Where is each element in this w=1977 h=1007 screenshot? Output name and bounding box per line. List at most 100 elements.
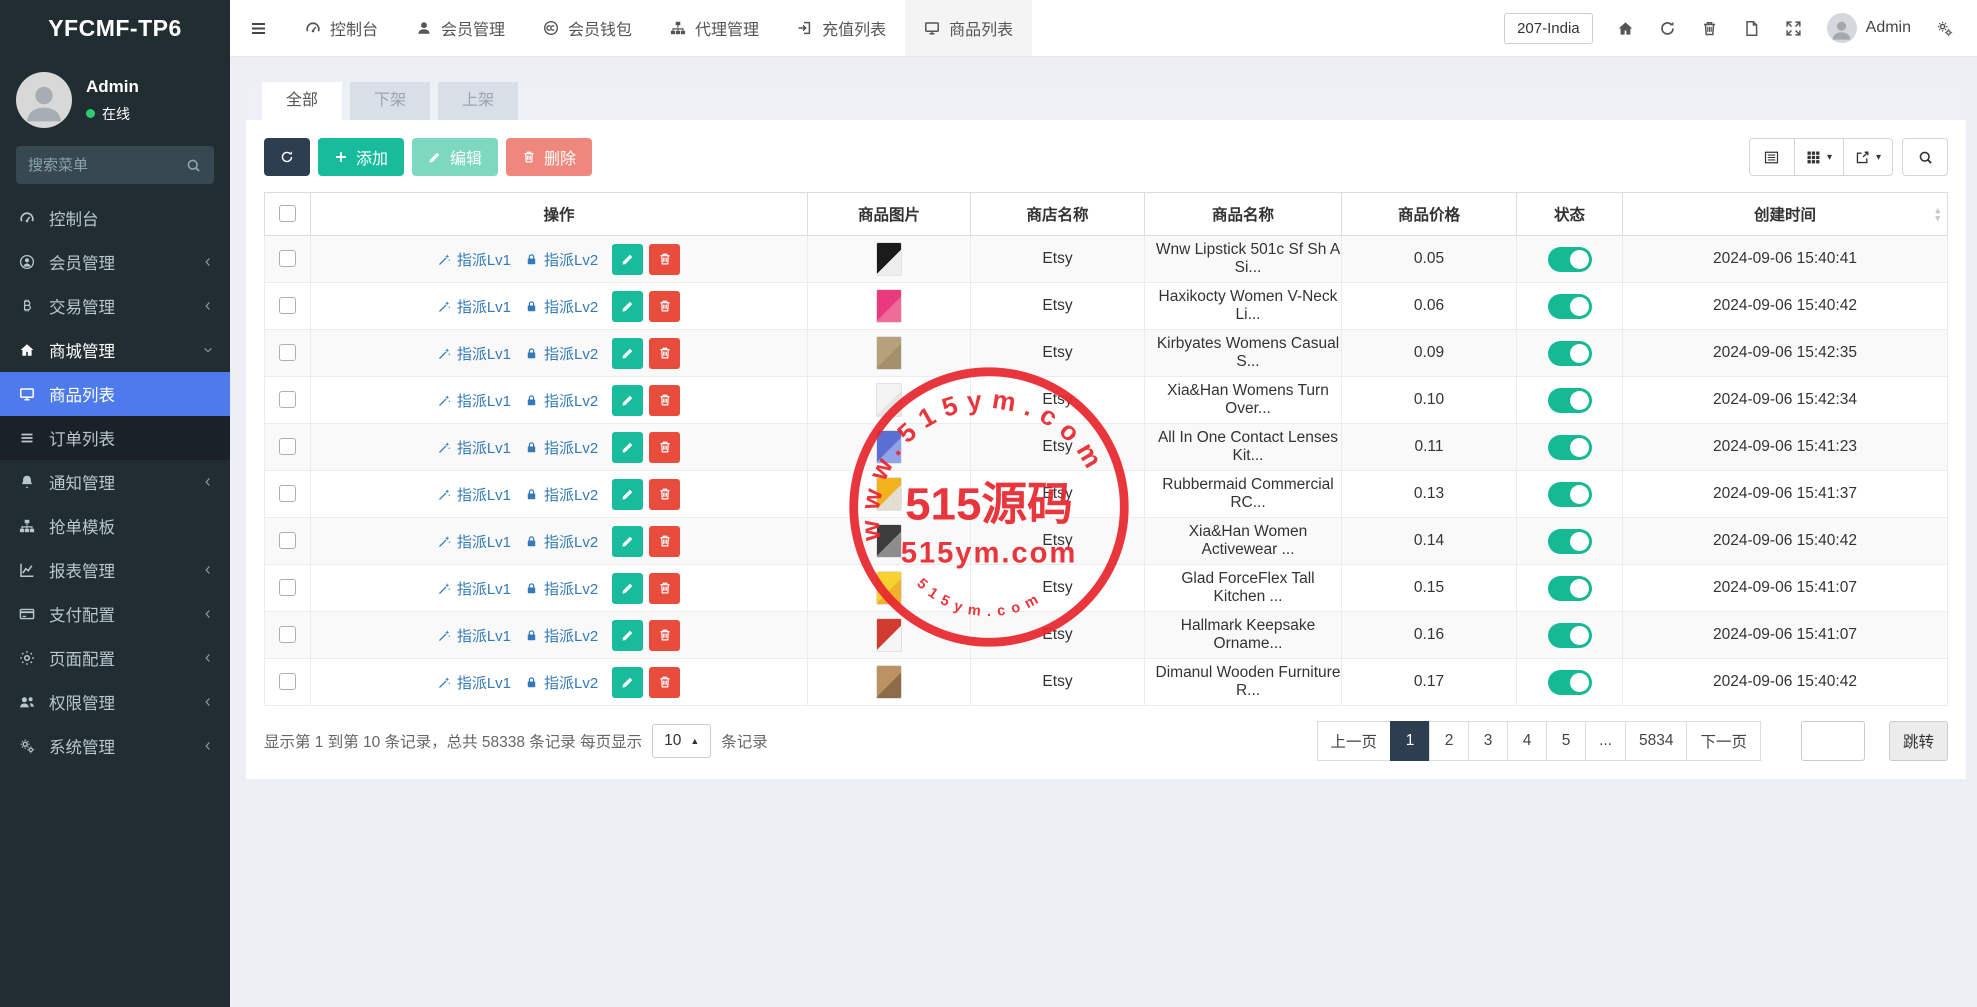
- row-delete-button[interactable]: [649, 244, 680, 275]
- sidebar-toggle-button[interactable]: [230, 0, 286, 56]
- assign-lv2-link[interactable]: 指派Lv2: [525, 249, 598, 270]
- table-search-button[interactable]: [1902, 138, 1948, 176]
- top-nav-tab[interactable]: 充值列表: [778, 0, 905, 56]
- assign-lv2-link[interactable]: 指派Lv2: [525, 672, 598, 693]
- tab-all[interactable]: 全部: [262, 82, 342, 120]
- row-edit-button[interactable]: [612, 432, 643, 463]
- assign-lv2-link[interactable]: 指派Lv2: [525, 484, 598, 505]
- assign-lv2-link[interactable]: 指派Lv2: [525, 437, 598, 458]
- row-checkbox[interactable]: [279, 391, 296, 408]
- assign-lv2-link[interactable]: 指派Lv2: [525, 625, 598, 646]
- region-selector[interactable]: 207-India: [1504, 13, 1593, 44]
- row-delete-button[interactable]: [649, 432, 680, 463]
- row-delete-button[interactable]: [649, 479, 680, 510]
- delete-button[interactable]: 删除: [506, 138, 592, 176]
- sidebar-item[interactable]: 控制台: [0, 196, 230, 240]
- sidebar-item[interactable]: 支付配置: [0, 592, 230, 636]
- edit-button[interactable]: 编辑: [412, 138, 498, 176]
- export-button[interactable]: ▾: [1843, 138, 1893, 176]
- status-toggle[interactable]: [1548, 482, 1592, 507]
- row-checkbox[interactable]: [279, 626, 296, 643]
- assign-lv1-link[interactable]: 指派Lv1: [438, 390, 511, 411]
- row-edit-button[interactable]: [612, 291, 643, 322]
- sidebar-item[interactable]: 抢单模板: [0, 504, 230, 548]
- settings-button[interactable]: [1923, 20, 1965, 37]
- tab-off-shelf[interactable]: 下架: [350, 82, 430, 120]
- assign-lv2-link[interactable]: 指派Lv2: [525, 390, 598, 411]
- assign-lv1-link[interactable]: 指派Lv1: [438, 343, 511, 364]
- status-toggle[interactable]: [1548, 435, 1592, 460]
- assign-lv1-link[interactable]: 指派Lv1: [438, 625, 511, 646]
- row-edit-button[interactable]: [612, 526, 643, 557]
- sidebar-item[interactable]: 会员管理: [0, 240, 230, 284]
- row-checkbox[interactable]: [279, 532, 296, 549]
- sidebar-item[interactable]: 通知管理: [0, 460, 230, 504]
- row-delete-button[interactable]: [649, 291, 680, 322]
- fullscreen-button[interactable]: [1773, 20, 1815, 37]
- assign-lv1-link[interactable]: 指派Lv1: [438, 672, 511, 693]
- status-toggle[interactable]: [1548, 576, 1592, 601]
- row-edit-button[interactable]: [612, 338, 643, 369]
- home-button[interactable]: [1605, 20, 1647, 37]
- status-toggle[interactable]: [1548, 294, 1592, 319]
- page-button[interactable]: 4: [1507, 721, 1547, 761]
- sidebar-item[interactable]: 报表管理: [0, 548, 230, 592]
- assign-lv1-link[interactable]: 指派Lv1: [438, 249, 511, 270]
- page-button[interactable]: ...: [1585, 721, 1626, 761]
- row-checkbox[interactable]: [279, 673, 296, 690]
- user-menu[interactable]: Admin: [1815, 13, 1923, 43]
- sidebar-item[interactable]: 商城管理: [0, 328, 230, 372]
- assign-lv1-link[interactable]: 指派Lv1: [438, 531, 511, 552]
- page-button[interactable]: 下一页: [1686, 721, 1761, 761]
- detail-view-button[interactable]: [1749, 138, 1795, 176]
- row-checkbox[interactable]: [279, 485, 296, 502]
- status-toggle[interactable]: [1548, 670, 1592, 695]
- row-delete-button[interactable]: [649, 667, 680, 698]
- top-nav-tab[interactable]: 会员管理: [397, 0, 524, 56]
- assign-lv2-link[interactable]: 指派Lv2: [525, 296, 598, 317]
- refresh-button[interactable]: [1647, 20, 1689, 37]
- top-nav-tab[interactable]: 控制台: [286, 0, 397, 56]
- row-delete-button[interactable]: [649, 385, 680, 416]
- cache-button[interactable]: [1731, 20, 1773, 37]
- status-toggle[interactable]: [1548, 247, 1592, 272]
- page-button[interactable]: 上一页: [1317, 721, 1392, 761]
- search-input[interactable]: [28, 157, 176, 174]
- page-button[interactable]: 5: [1546, 721, 1586, 761]
- sidebar-item[interactable]: 系统管理: [0, 724, 230, 768]
- refresh-table-button[interactable]: [264, 138, 310, 176]
- row-delete-button[interactable]: [649, 526, 680, 557]
- assign-lv1-link[interactable]: 指派Lv1: [438, 437, 511, 458]
- jump-page-input[interactable]: [1801, 721, 1865, 761]
- clear-button[interactable]: [1689, 20, 1731, 37]
- assign-lv1-link[interactable]: 指派Lv1: [438, 484, 511, 505]
- page-button[interactable]: 2: [1429, 721, 1469, 761]
- sidebar-item[interactable]: 交易管理: [0, 284, 230, 328]
- row-checkbox[interactable]: [279, 579, 296, 596]
- status-toggle[interactable]: [1548, 388, 1592, 413]
- page-size-dropdown[interactable]: 10 ▲: [652, 724, 711, 758]
- row-checkbox[interactable]: [279, 297, 296, 314]
- sidebar-item[interactable]: 商品列表: [0, 372, 230, 416]
- status-toggle[interactable]: [1548, 623, 1592, 648]
- sidebar-item[interactable]: 权限管理: [0, 680, 230, 724]
- assign-lv2-link[interactable]: 指派Lv2: [525, 578, 598, 599]
- row-checkbox[interactable]: [279, 250, 296, 267]
- row-edit-button[interactable]: [612, 620, 643, 651]
- page-button[interactable]: 3: [1468, 721, 1508, 761]
- top-nav-tab[interactable]: 代理管理: [651, 0, 778, 56]
- assign-lv2-link[interactable]: 指派Lv2: [525, 531, 598, 552]
- status-toggle[interactable]: [1548, 341, 1592, 366]
- row-edit-button[interactable]: [612, 385, 643, 416]
- assign-lv2-link[interactable]: 指派Lv2: [525, 343, 598, 364]
- row-edit-button[interactable]: [612, 244, 643, 275]
- top-nav-tab[interactable]: 会员钱包: [524, 0, 651, 56]
- columns-button[interactable]: ▾: [1794, 138, 1844, 176]
- row-delete-button[interactable]: [649, 573, 680, 604]
- row-delete-button[interactable]: [649, 338, 680, 369]
- select-all-checkbox[interactable]: [279, 205, 296, 222]
- page-button[interactable]: 5834: [1625, 721, 1687, 761]
- sidebar-item[interactable]: 订单列表: [0, 416, 230, 460]
- page-button[interactable]: 1: [1390, 721, 1430, 761]
- row-delete-button[interactable]: [649, 620, 680, 651]
